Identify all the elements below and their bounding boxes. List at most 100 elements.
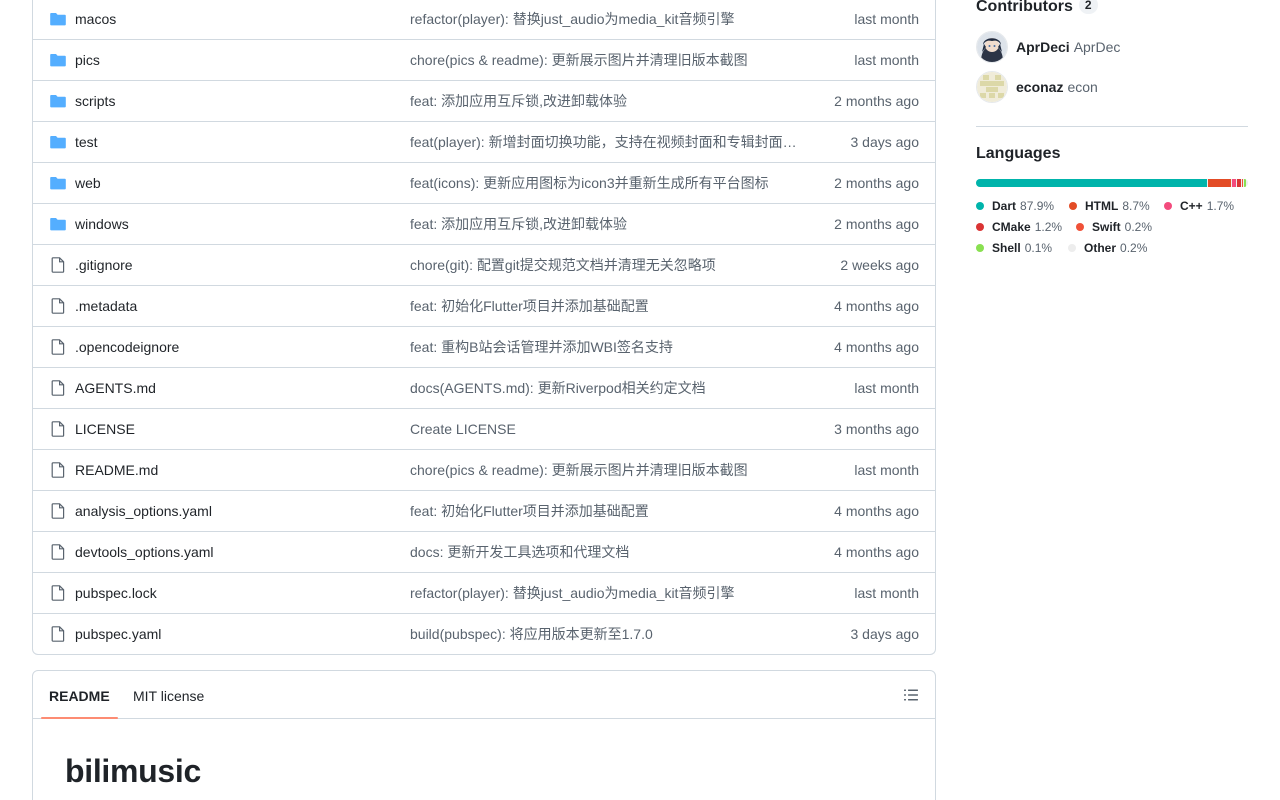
table-row[interactable]: README.md chore(pics & readme): 更新展示图片并清理… [33,449,935,490]
commit-time[interactable]: 3 months ago [834,421,919,437]
contributor-login[interactable]: AprDeci [1016,39,1070,55]
table-row[interactable]: windows feat: 添加应用互斥锁,改进卸载体验 2 months ago [33,203,935,244]
table-row[interactable]: LICENSE Create LICENSE 3 months ago [33,408,935,449]
contributors-heading[interactable]: Contributors 2 [976,0,1098,16]
table-row[interactable]: AGENTS.md docs(AGENTS.md): 更新Riverpod相关约定… [33,367,935,408]
commit-message-link[interactable]: refactor(player): 替换just_audio为media_kit… [410,583,802,603]
file-name-link[interactable]: .opencodeignore [75,339,179,355]
readme-panel: README MIT license bilimusic [32,670,936,800]
commit-time[interactable]: 2 months ago [834,93,919,109]
file-name-link[interactable]: pubspec.yaml [75,626,161,642]
commit-message-link[interactable]: feat: 添加应用互斥锁,改进卸载体验 [410,91,802,111]
language-bar-segment[interactable] [1208,179,1231,187]
language-item[interactable]: Other 0.2% [1068,240,1147,256]
file-name-link[interactable]: LICENSE [75,421,135,437]
commit-time[interactable]: 4 months ago [834,503,919,519]
commit-time[interactable]: 3 days ago [851,626,920,642]
language-color-dot [1068,244,1076,252]
commit-time[interactable]: last month [854,462,919,478]
table-row[interactable]: analysis_options.yaml feat: 初始化Flutter项目并… [33,490,935,531]
table-row[interactable]: scripts feat: 添加应用互斥锁,改进卸载体验 2 months ago [33,80,935,121]
commit-message-link[interactable]: Create LICENSE [410,421,802,437]
language-item[interactable]: CMake 1.2% [976,219,1062,235]
file-name-link[interactable]: .metadata [75,298,137,314]
language-item[interactable]: Swift 0.2% [1076,219,1152,235]
avatar[interactable] [976,71,1008,103]
contributor-login[interactable]: econaz [1016,79,1063,95]
contributor-name: econ [1067,79,1098,95]
file-name-link[interactable]: pubspec.lock [75,585,157,601]
commit-message-link[interactable]: build(pubspec): 将应用版本更新至1.7.0 [410,624,802,644]
avatar[interactable] [976,31,1008,63]
commit-message-link[interactable]: chore(git): 配置git提交规范文档并清理无关忽略项 [410,255,802,275]
tab-license[interactable]: MIT license [133,671,204,719]
language-percent: 0.1% [1024,241,1053,255]
commit-time[interactable]: last month [854,52,919,68]
contributor-item[interactable]: econaz econ [976,71,1098,103]
language-item[interactable]: Dart 87.9% [976,198,1054,214]
file-icon [49,626,67,642]
language-bar-segment[interactable] [1246,179,1248,187]
language-item[interactable]: Shell 0.1% [976,240,1052,256]
tab-readme[interactable]: README [41,671,118,719]
commit-message-link[interactable]: feat: 初始化Flutter项目并添加基础配置 [410,501,802,521]
file-name-link[interactable]: macos [75,11,116,27]
language-bar-segment[interactable] [976,179,1208,187]
table-row[interactable]: devtools_options.yaml docs: 更新开发工具选项和代理文档… [33,531,935,572]
file-name-link[interactable]: web [75,175,101,191]
file-name-link[interactable]: pics [75,52,100,68]
file-name-link[interactable]: scripts [75,93,115,109]
language-color-dot [976,223,984,231]
commit-message-link[interactable]: feat(icons): 更新应用图标为icon3并重新生成所有平台图标 [410,173,802,193]
table-row[interactable]: .metadata feat: 初始化Flutter项目并添加基础配置 4 mont… [33,285,935,326]
commit-message-link[interactable]: chore(pics & readme): 更新展示图片并清理旧版本截图 [410,50,802,70]
table-row[interactable]: test feat(player): 新增封面切换功能，支持在视频封面和专辑封面间… [33,121,935,162]
commit-message-link[interactable]: refactor(player): 替换just_audio为media_kit… [410,9,802,29]
commit-time[interactable]: 2 months ago [834,175,919,191]
languages-heading: Languages [976,145,1061,162]
file-name-link[interactable]: analysis_options.yaml [75,503,212,519]
commit-time[interactable]: 2 months ago [834,216,919,232]
language-item[interactable]: C++ 1.7% [1164,198,1234,214]
language-name: CMake [992,220,1031,234]
commit-time[interactable]: last month [854,585,919,601]
outline-list-icon[interactable] [903,687,919,703]
commit-message-link[interactable]: feat: 添加应用互斥锁,改进卸载体验 [410,214,802,234]
language-percent: 8.7% [1122,199,1150,213]
commit-time[interactable]: last month [854,11,919,27]
commit-message-link[interactable]: feat(player): 新增封面切换功能，支持在视频封面和专辑封面间切换 [410,132,802,152]
contributor-item[interactable]: AprDeci AprDec [976,31,1120,63]
commit-message-link[interactable]: chore(pics & readme): 更新展示图片并清理旧版本截图 [410,460,802,480]
language-item[interactable]: HTML 8.7% [1069,198,1150,214]
commit-time[interactable]: 4 months ago [834,544,919,560]
commit-time[interactable]: last month [854,380,919,396]
commit-time[interactable]: 4 months ago [834,339,919,355]
commit-time[interactable]: 4 months ago [834,298,919,314]
file-name-link[interactable]: devtools_options.yaml [75,544,214,560]
commit-time[interactable]: 2 weeks ago [840,257,919,273]
table-row[interactable]: pubspec.yaml build(pubspec): 将应用版本更新至1.7.… [33,613,935,654]
language-bar-segment[interactable] [1244,179,1246,187]
file-name-link[interactable]: test [75,134,98,150]
language-name: C++ [1180,199,1203,213]
table-row[interactable]: web feat(icons): 更新应用图标为icon3并重新生成所有平台图标 2… [33,162,935,203]
table-row[interactable]: macos refactor(player): 替换just_audio为medi… [33,0,935,39]
language-bar-segment[interactable] [1231,179,1237,187]
file-name-link[interactable]: .gitignore [75,257,133,273]
readme-tabs: README MIT license [33,671,935,719]
table-row[interactable]: .gitignore chore(git): 配置git提交规范文档并清理无关忽略… [33,244,935,285]
language-color-dot [976,244,984,252]
file-name-link[interactable]: AGENTS.md [75,380,156,396]
commit-message-link[interactable]: docs(AGENTS.md): 更新Riverpod相关约定文档 [410,378,802,398]
commit-message-link[interactable]: docs: 更新开发工具选项和代理文档 [410,542,802,562]
language-bar-segment[interactable] [1237,179,1241,187]
table-row[interactable]: pubspec.lock refactor(player): 替换just_aud… [33,572,935,613]
commit-message-link[interactable]: feat: 重构B站会话管理并添加WBI签名支持 [410,337,802,357]
language-bar-segment[interactable] [1241,179,1244,187]
file-name-link[interactable]: README.md [75,462,158,478]
table-row[interactable]: .opencodeignore feat: 重构B站会话管理并添加WBI签名支持 4… [33,326,935,367]
file-name-link[interactable]: windows [75,216,129,232]
table-row[interactable]: pics chore(pics & readme): 更新展示图片并清理旧版本截图… [33,39,935,80]
commit-time[interactable]: 3 days ago [851,134,920,150]
commit-message-link[interactable]: feat: 初始化Flutter项目并添加基础配置 [410,296,802,316]
